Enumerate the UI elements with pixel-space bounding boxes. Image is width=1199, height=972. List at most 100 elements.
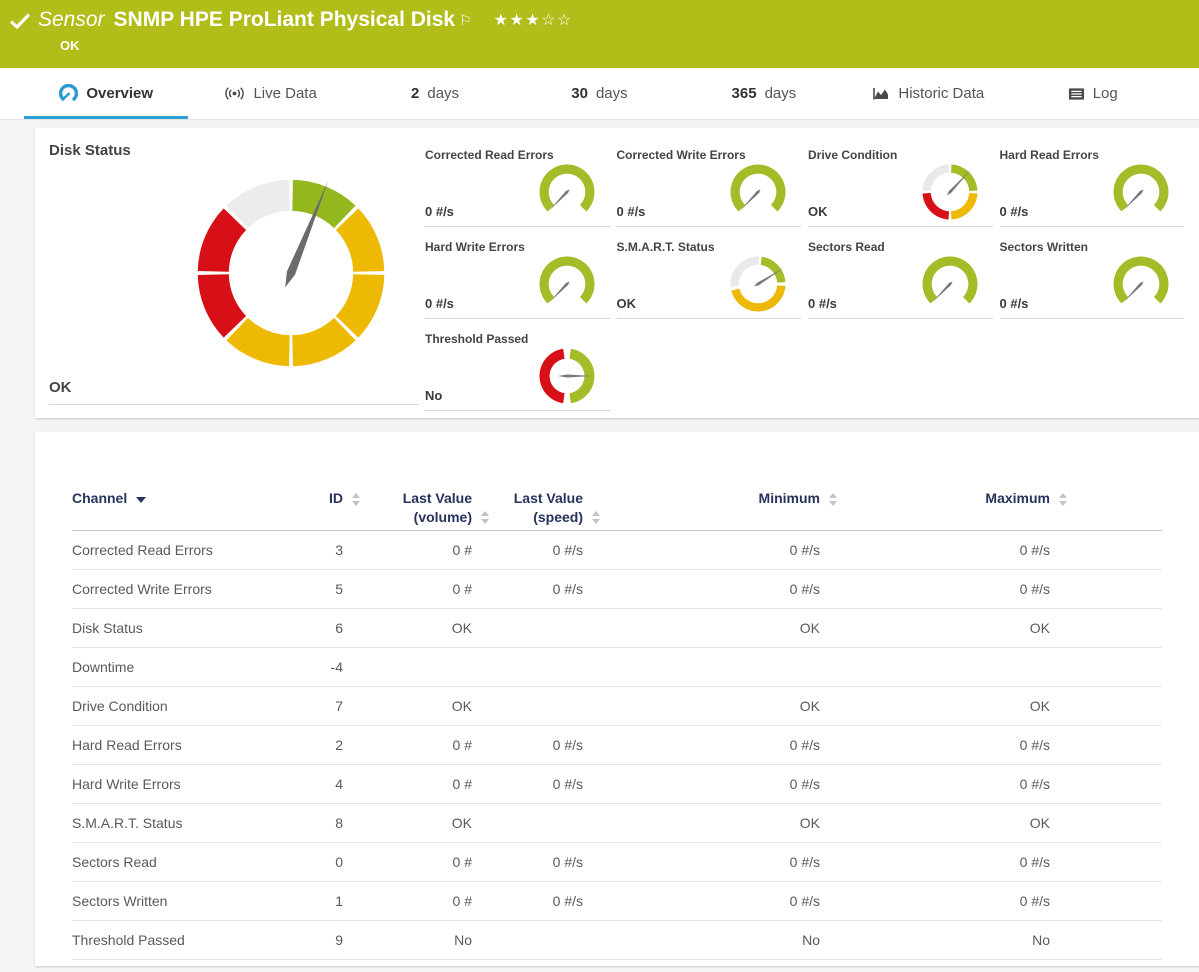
object-type-label: Sensor [38, 8, 105, 32]
cell-minimum: 0 #/s [583, 882, 820, 920]
channel-gauge-cell[interactable]: Sectors Written 0 #/s [1000, 239, 1185, 319]
log-icon [1068, 87, 1085, 101]
cell-id: 0 [272, 843, 343, 881]
channel-gauge-value: 0 #/s [808, 296, 837, 311]
channel-gauge-cell[interactable]: Threshold Passed No [425, 331, 610, 411]
column-label: (speed) [472, 508, 583, 527]
channel-gauge-cell[interactable]: Hard Read Errors 0 #/s [1000, 147, 1185, 227]
cell-last-value-speed: 0 #/s [472, 765, 583, 803]
channel-gauge-cell[interactable]: Corrected Write Errors 0 #/s [617, 147, 802, 227]
tab-live-data[interactable]: Live Data [188, 68, 352, 119]
cell-id: 1 [272, 882, 343, 920]
cell-minimum: 0 #/s [583, 531, 820, 569]
cell-last-value-volume [343, 648, 472, 686]
disk-status-gauge [188, 170, 394, 381]
column-label: (volume) [343, 508, 472, 527]
cell-last-value-volume: OK [343, 804, 472, 842]
cell-last-value-speed [472, 648, 583, 686]
cell-minimum [583, 648, 820, 686]
table-row[interactable]: Corrected Read Errors 3 0 # 0 #/s 0 #/s … [72, 531, 1162, 570]
cell-minimum: 0 #/s [583, 726, 820, 764]
cell-minimum: OK [583, 804, 820, 842]
cell-id: 9 [272, 921, 343, 959]
table-row[interactable]: Corrected Write Errors 5 0 # 0 #/s 0 #/s… [72, 570, 1162, 609]
table-row[interactable]: Threshold Passed 9 No No No [72, 921, 1162, 960]
cell-channel: Downtime [72, 648, 272, 686]
cell-last-value-volume: 0 # [343, 726, 472, 764]
tab-number: 2 [411, 85, 419, 102]
tab-label: Live Data [253, 85, 316, 102]
cell-channel: Threshold Passed [72, 921, 272, 959]
cell-minimum: OK [583, 687, 820, 725]
table-row[interactable]: S.M.A.R.T. Status 8 OK OK OK [72, 804, 1162, 843]
column-header-last-value-volume[interactable]: Last Value (volume) [343, 489, 472, 527]
cell-channel: Sectors Read [72, 843, 272, 881]
table-row[interactable]: Downtime -4 [72, 648, 1162, 687]
cell-maximum: 0 #/s [820, 765, 1050, 803]
tab-log[interactable]: Log [1011, 68, 1175, 119]
tab-overview[interactable]: Overview [24, 68, 188, 119]
column-label: Last Value [472, 489, 583, 508]
cell-minimum: No [583, 921, 820, 959]
column-header-channel[interactable]: Channel [72, 489, 272, 508]
table-row[interactable]: Drive Condition 7 OK OK OK [72, 687, 1162, 726]
channel-gauge-cell[interactable]: Hard Write Errors 0 #/s [425, 239, 610, 319]
cell-maximum: OK [820, 804, 1050, 842]
channel-gauge-cell[interactable]: Corrected Read Errors 0 #/s [425, 147, 610, 227]
column-header-maximum[interactable]: Maximum [820, 489, 1050, 508]
tab-label: days [596, 85, 628, 102]
channel-gauge-value: 0 #/s [617, 204, 646, 219]
historic-chart-icon [872, 86, 890, 102]
cell-last-value-speed: 0 #/s [472, 726, 583, 764]
column-header-last-value-speed[interactable]: Last Value (speed) [472, 489, 583, 527]
cell-last-value-speed [472, 687, 583, 725]
cell-last-value-speed: 0 #/s [472, 843, 583, 881]
priority-flag-icon[interactable]: ⚐ [459, 12, 472, 29]
cell-last-value-volume: 0 # [343, 843, 472, 881]
table-body: Corrected Read Errors 3 0 # 0 #/s 0 #/s … [72, 531, 1162, 960]
channel-gauge-cell[interactable]: S.M.A.R.T. Status OK [617, 239, 802, 319]
tab-365-days[interactable]: 365 days [682, 68, 846, 119]
cell-maximum [820, 648, 1050, 686]
column-header-minimum[interactable]: Minimum [583, 489, 820, 508]
tab-number: 365 [732, 85, 757, 102]
table-row[interactable]: Hard Write Errors 4 0 # 0 #/s 0 #/s 0 #/… [72, 765, 1162, 804]
channel-gauge [917, 159, 983, 225]
channel-gauge-value: 0 #/s [425, 204, 454, 219]
cell-id: 3 [272, 531, 343, 569]
sort-arrows-icon [1059, 493, 1067, 506]
cell-last-value-speed: 0 #/s [472, 882, 583, 920]
channel-gauge-cell[interactable]: Sectors Read 0 #/s [808, 239, 993, 319]
cell-maximum: 0 #/s [820, 570, 1050, 608]
column-header-id[interactable]: ID [272, 489, 343, 508]
cell-last-value-speed [472, 804, 583, 842]
channel-gauge [917, 251, 983, 317]
gauge-icon [59, 84, 78, 103]
ok-check-icon [10, 13, 30, 29]
priority-stars[interactable]: ★★★☆☆ [494, 10, 573, 30]
column-label: ID [329, 490, 343, 506]
channel-gauge [534, 343, 600, 409]
cell-id: 8 [272, 804, 343, 842]
tab-historic-data[interactable]: Historic Data [846, 68, 1010, 119]
table-row[interactable]: Sectors Written 1 0 # 0 #/s 0 #/s 0 #/s [72, 882, 1162, 921]
cell-minimum: 0 #/s [583, 570, 820, 608]
cell-id: 5 [272, 570, 343, 608]
channel-gauge [725, 159, 791, 225]
cell-last-value-speed: 0 #/s [472, 570, 583, 608]
table-row[interactable]: Hard Read Errors 2 0 # 0 #/s 0 #/s 0 #/s [72, 726, 1162, 765]
channel-gauge-cell[interactable]: Drive Condition OK [808, 147, 993, 227]
channel-gauge-value: No [425, 388, 442, 403]
table-row[interactable]: Disk Status 6 OK OK OK [72, 609, 1162, 648]
channel-gauge-grid: Corrected Read Errors 0 #/s Corrected Wr… [425, 128, 1199, 418]
tab-30-days[interactable]: 30 days [517, 68, 681, 119]
table-row[interactable]: Sectors Read 0 0 # 0 #/s 0 #/s 0 #/s [72, 843, 1162, 882]
cell-last-value-volume: 0 # [343, 765, 472, 803]
channel-gauge [725, 251, 791, 317]
cell-id: 6 [272, 609, 343, 647]
tab-2-days[interactable]: 2 days [353, 68, 517, 119]
channel-gauge [534, 251, 600, 317]
channel-gauge-value: OK [617, 296, 637, 311]
cell-channel: Corrected Read Errors [72, 531, 272, 569]
sensor-title: SNMP HPE ProLiant Physical Disk [114, 8, 456, 32]
